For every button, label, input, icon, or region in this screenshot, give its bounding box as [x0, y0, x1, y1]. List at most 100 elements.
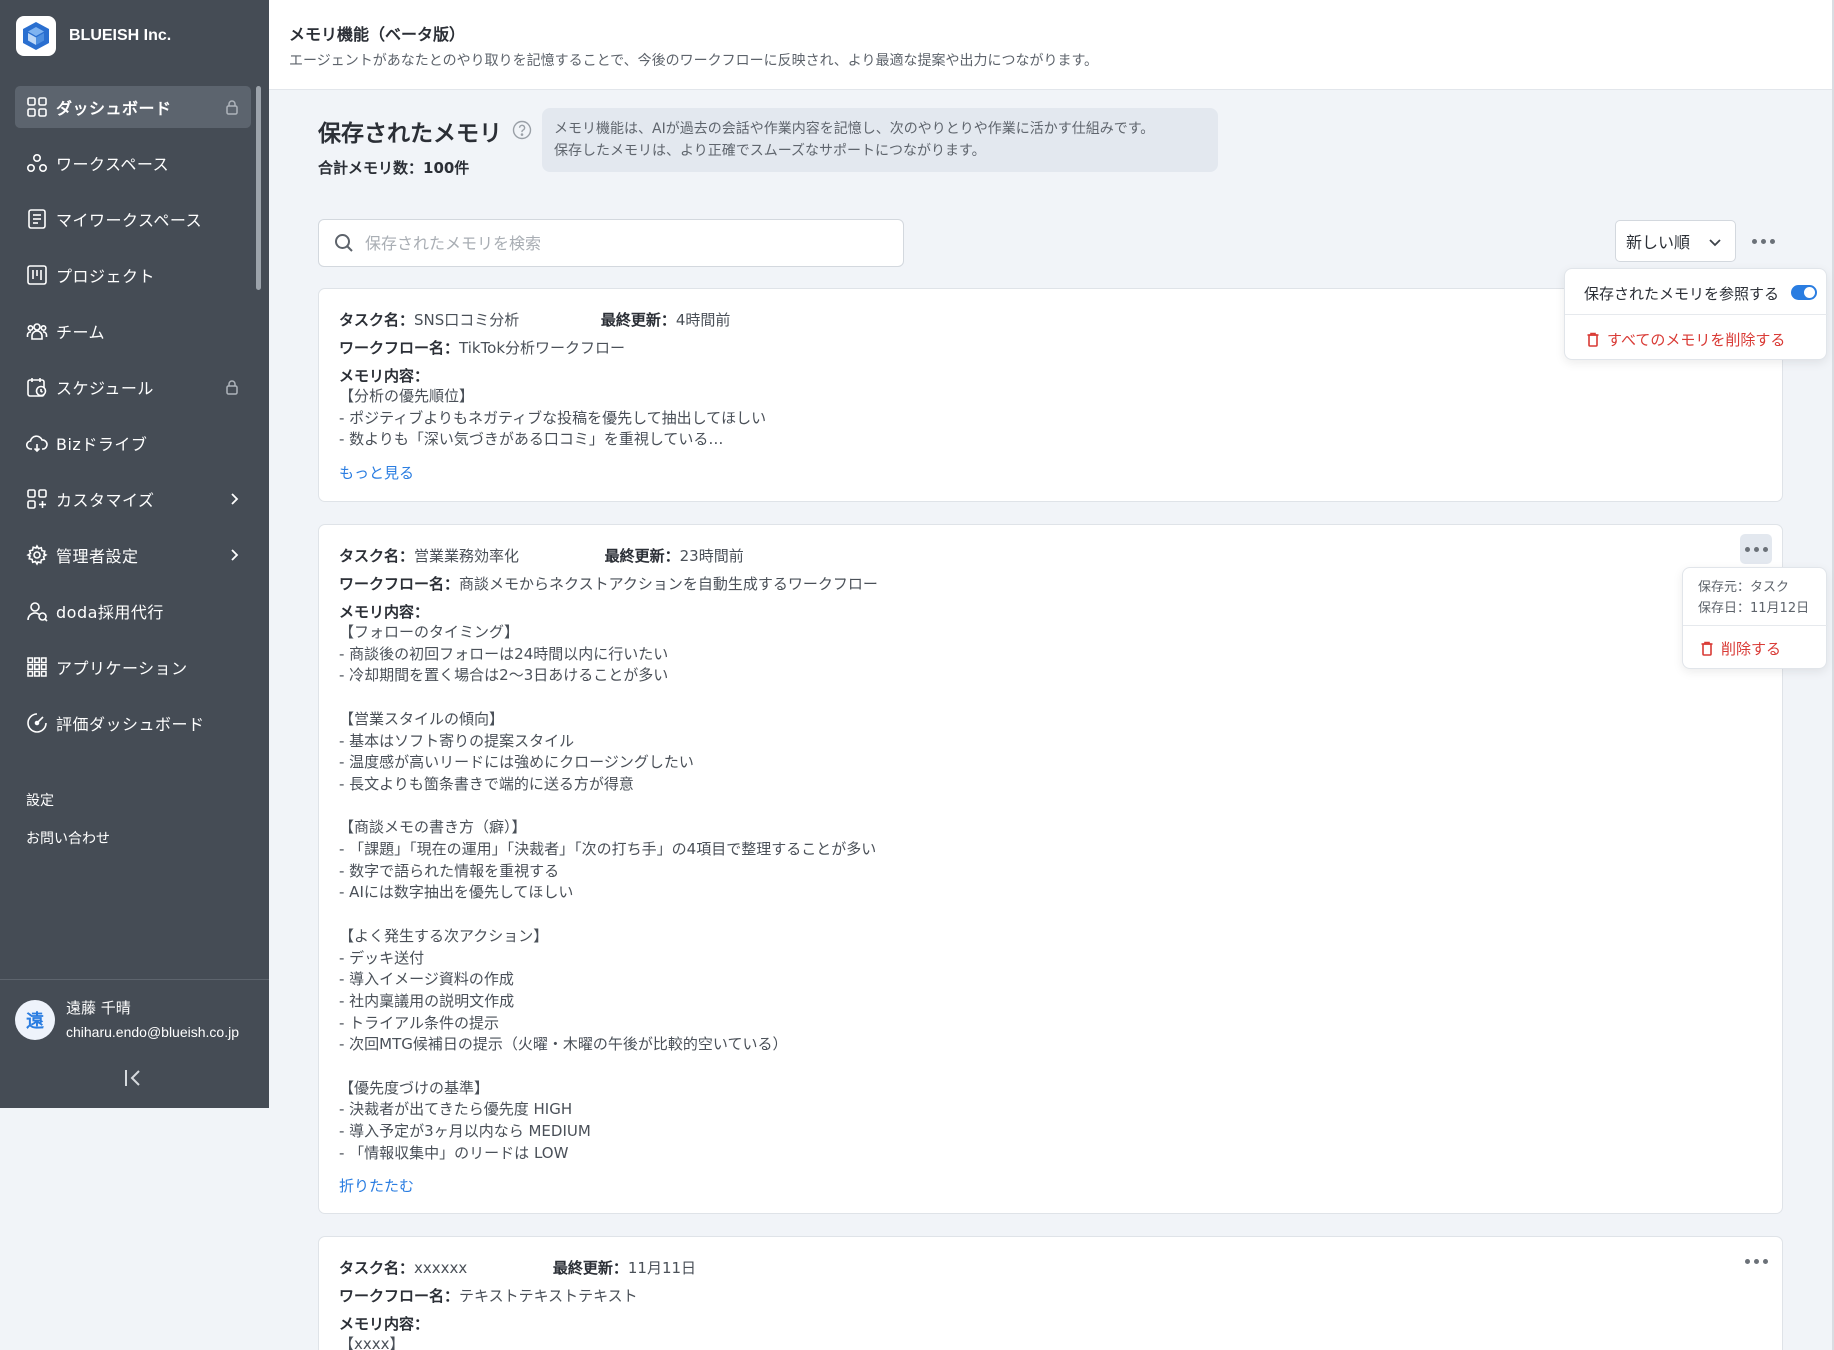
workflow-label: ワークフロー名： — [339, 575, 460, 593]
workspace-icon — [26, 152, 48, 174]
more-dot — [1760, 238, 1766, 244]
search-box[interactable] — [318, 219, 904, 267]
nav-label: 評価ダッシュボード — [56, 715, 205, 734]
delete-memory-button[interactable]: 削除する — [1701, 638, 1781, 659]
info-line: メモリ機能は、AIが過去の会話や作業内容を記憶し、次のやりとりや作業に活かす仕組… — [554, 121, 1155, 137]
nav-item-team[interactable]: チーム — [15, 310, 251, 352]
user-email: chiharu.endo@blueish.co.jp — [66, 1024, 239, 1040]
nav-label: Bizドライブ — [56, 435, 148, 454]
company-logo-icon — [16, 16, 56, 56]
dashboard-icon — [26, 96, 48, 118]
nav-item-customize[interactable]: カスタマイズ — [15, 478, 251, 520]
workflow-value: TikTok分析ワークフロー — [459, 339, 626, 357]
content-label: メモリ内容： — [339, 367, 430, 385]
nav-label: スケジュール — [56, 379, 154, 398]
delete-all-label: すべてのメモリを削除する — [1607, 331, 1786, 349]
task-value: 営業業務効率化 — [414, 547, 520, 565]
workflow-row: ワークフロー名：テキストテキストテキスト — [339, 1285, 638, 1306]
updated-value: 4時間前 — [675, 311, 731, 329]
contact-link[interactable]: お問い合わせ — [26, 828, 110, 848]
info-box: メモリ機能は、AIが過去の会話や作業内容を記憶し、次のやりとりや作業に活かす仕組… — [542, 108, 1218, 172]
nav-item-project[interactable]: プロジェクト — [15, 254, 251, 296]
workflow-label: ワークフロー名： — [339, 339, 460, 357]
task-label: タスク名： — [339, 547, 415, 565]
show-more-link[interactable]: もっと見る — [339, 462, 414, 483]
search-icon — [335, 234, 353, 252]
nav-item-applications[interactable]: アプリケーション — [15, 646, 251, 688]
brand[interactable]: BLUEISH Inc. — [16, 16, 171, 56]
nav-label: プロジェクト — [56, 267, 156, 286]
nav-label: ダッシュボード — [56, 99, 172, 118]
updated-value: 23時間前 — [679, 547, 744, 565]
page-title: メモリ機能（ベータ版） — [289, 25, 466, 44]
apps-grid-icon — [26, 656, 48, 678]
total-memory-count: 合計メモリ数：100件 — [318, 159, 470, 177]
nav-item-doda-recruit[interactable]: doda採用代行 — [15, 590, 251, 632]
search-input[interactable] — [365, 233, 885, 253]
help-icon[interactable] — [512, 120, 532, 140]
delete-label: 削除する — [1721, 640, 1782, 658]
collapse-sidebar-icon[interactable] — [120, 1067, 146, 1089]
my-workspace-icon — [26, 208, 48, 230]
more-dot — [1744, 1258, 1750, 1264]
company-name: BLUEISH Inc. — [69, 27, 172, 44]
memory-content: 【分析の優先順位】 - ポジティブよりもネガティブな投稿を優先して抽出してほしい… — [339, 387, 767, 449]
nav-item-admin-settings[interactable]: 管理者設定 — [15, 534, 251, 576]
task-row: タスク名：xxxxxx 最終更新：11月11日 — [339, 1257, 696, 1278]
memory-content: 【フォローのタイミング】 - 商談後の初回フォローは24時間以内に行いたい - … — [339, 623, 877, 1162]
more-dot — [1753, 1258, 1759, 1264]
nav-item-schedule[interactable]: スケジュール — [15, 366, 251, 408]
sidebar-footer-links: 設定 お問い合わせ — [26, 790, 110, 866]
card-more-button[interactable] — [1740, 534, 1772, 564]
delete-all-memory-button[interactable]: すべてのメモリを削除する — [1587, 329, 1785, 350]
updated-label: 最終更新： — [604, 547, 680, 565]
collapse-link[interactable]: 折りたたむ — [339, 1175, 414, 1196]
workflow-label: ワークフロー名： — [339, 1287, 460, 1305]
saved-source: 保存元：タスク — [1698, 580, 1790, 595]
sort-select[interactable]: 新しい順 — [1615, 220, 1736, 262]
nav-item-evaluation-dashboard[interactable]: 評価ダッシュボード — [15, 702, 251, 744]
workflow-row: ワークフロー名：TikTok分析ワークフロー — [339, 337, 625, 358]
team-icon — [26, 320, 48, 342]
nav-label: チーム — [56, 323, 106, 342]
sidebar-nav: ダッシュボード ワークスペース マイワークスペース プロジェクト チーム スケジ… — [15, 86, 251, 758]
nav-item-biz-drive[interactable]: Bizドライブ — [15, 422, 251, 464]
more-dot — [1762, 546, 1768, 552]
reference-memory-label: 保存されたメモリを参照する — [1584, 285, 1780, 303]
gear-icon — [26, 544, 48, 566]
task-row: タスク名：SNS口コミ分析 最終更新：4時間前 — [339, 309, 730, 330]
avatar: 遠 — [15, 1000, 55, 1040]
updated-label: 最終更新： — [552, 1259, 628, 1277]
nav-item-my-workspace[interactable]: マイワークスペース — [15, 198, 251, 240]
nav-label: アプリケーション — [56, 659, 188, 678]
sidebar-scrollbar[interactable] — [256, 86, 261, 290]
task-value: xxxxxx — [414, 1259, 468, 1277]
nav-label: ワークスペース — [56, 155, 170, 174]
gauge-icon — [26, 712, 48, 734]
reference-memory-toggle[interactable] — [1791, 285, 1817, 300]
nav-label: 管理者設定 — [56, 547, 139, 566]
chevron-down-icon — [1709, 239, 1721, 247]
options-menu: 保存されたメモリを参照する すべてのメモリを削除する — [1564, 268, 1828, 360]
more-dot — [1751, 238, 1757, 244]
nav-label: マイワークスペース — [56, 211, 203, 230]
recruit-icon — [26, 600, 48, 622]
more-dot — [1753, 546, 1759, 552]
page-header: メモリ機能（ベータ版） エージェントがあなたとのやり取りを記憶することで、今後の… — [269, 0, 1834, 90]
trash-icon — [1587, 332, 1599, 347]
options-more-button[interactable] — [1747, 226, 1779, 256]
card-more-button[interactable] — [1740, 1246, 1772, 1276]
sidebar: BLUEISH Inc. ダッシュボード ワークスペース マイワークスペース プ… — [0, 0, 269, 1108]
nav-item-dashboard[interactable]: ダッシュボード — [15, 86, 251, 128]
nav-label: カスタマイズ — [56, 491, 155, 510]
settings-link[interactable]: 設定 — [26, 790, 110, 810]
chevron-right-icon — [229, 548, 239, 562]
updated-value: 11月11日 — [627, 1259, 697, 1277]
content-label: メモリ内容： — [339, 603, 430, 621]
more-dot — [1762, 1258, 1768, 1264]
customize-icon — [26, 488, 48, 510]
more-dot — [1744, 546, 1750, 552]
user-profile[interactable]: 遠 遠藤 千晴 chiharu.endo@blueish.co.jp — [0, 979, 269, 1108]
nav-item-workspace[interactable]: ワークスペース — [15, 142, 251, 184]
card-menu-info: 保存元：タスク 保存日：11月12日 — [1698, 577, 1809, 619]
